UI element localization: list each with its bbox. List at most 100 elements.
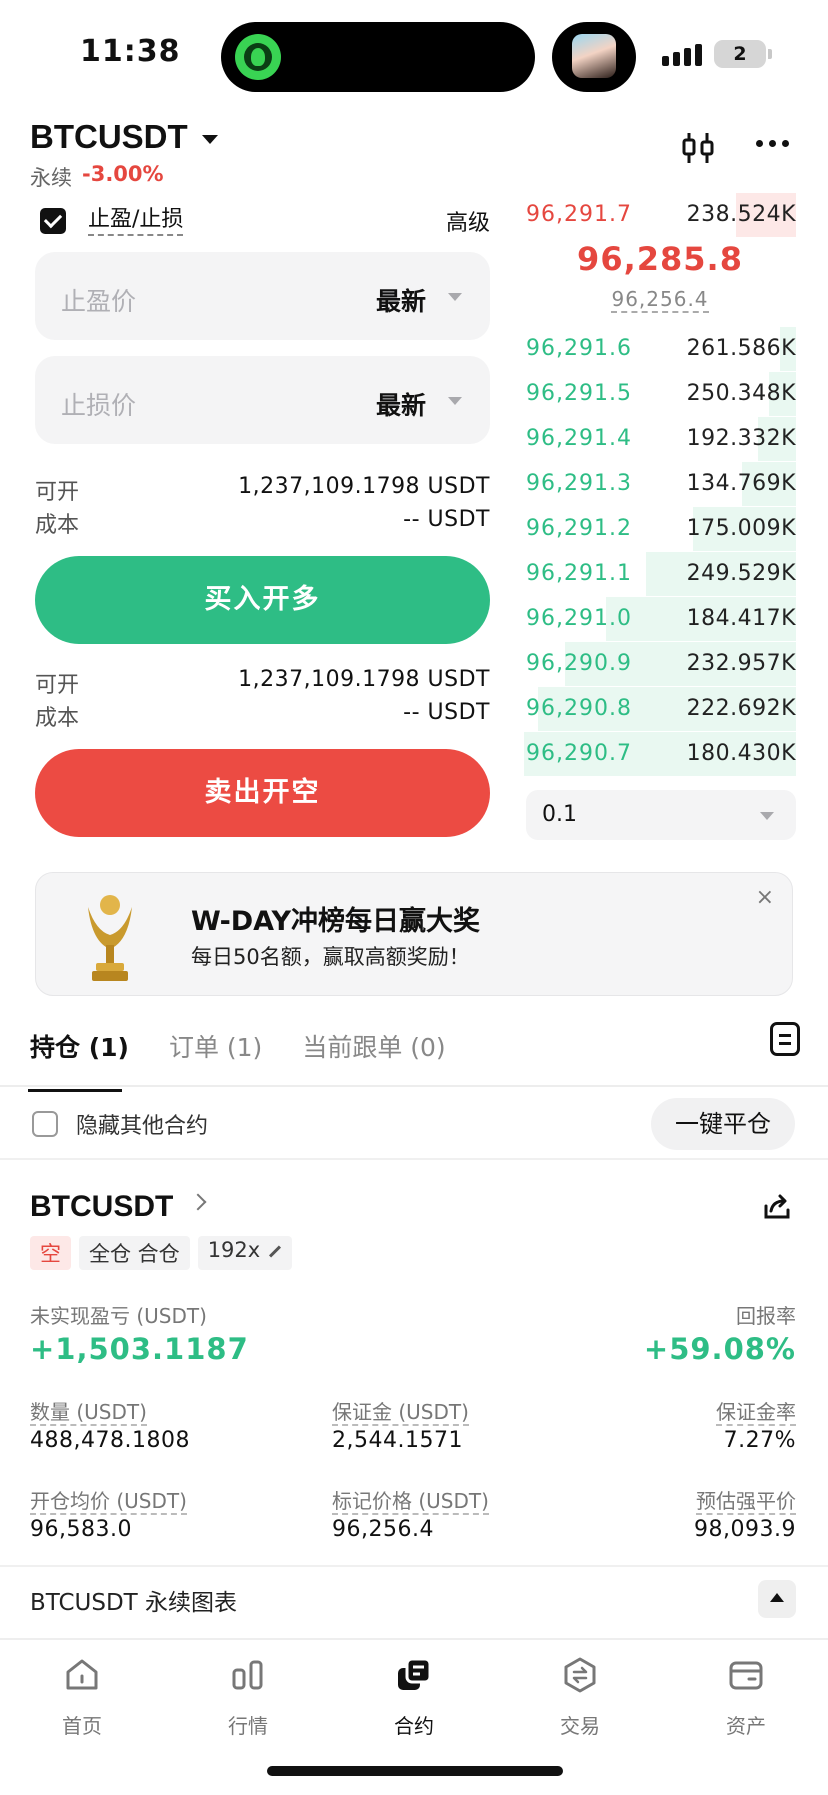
chevron-down-icon xyxy=(760,812,774,820)
price-step-value: 0.1 xyxy=(542,802,577,827)
short-cost-row: 成本 -- USDT xyxy=(35,700,490,732)
tpsl-checkbox[interactable] xyxy=(40,208,66,234)
notes-icon[interactable] xyxy=(770,1022,800,1056)
home-icon xyxy=(66,1659,98,1690)
bid-row[interactable]: 96,291.2 175.009K xyxy=(524,507,796,551)
ask-quantity: 238.524K xyxy=(686,202,796,227)
battery-icon: 2 xyxy=(714,40,766,68)
buy-long-button[interactable]: 买入开多 xyxy=(35,556,490,644)
long-cost-value: -- USDT xyxy=(403,507,490,532)
stop-loss-input[interactable]: 止损价 最新 xyxy=(35,356,490,444)
bid-row[interactable]: 96,291.1 249.529K xyxy=(524,552,796,596)
caret-down-icon xyxy=(201,134,218,144)
sell-short-button[interactable]: 卖出开空 xyxy=(35,749,490,837)
chart-section-label[interactable]: BTCUSDT 永续图表 xyxy=(30,1583,237,1617)
short-available-value: 1,237,109.1798 USDT xyxy=(238,667,490,692)
entry-price-label: 开仓均价 (USDT) xyxy=(30,1489,187,1515)
margin-ratio-value: 7.27% xyxy=(723,1428,796,1453)
nav-trade-label: 交易 xyxy=(560,1714,600,1738)
edit-icon xyxy=(269,1244,282,1258)
ask-price: 96,291.7 xyxy=(526,202,632,227)
long-available-row: 可开 1,237,109.1798 USDT xyxy=(35,474,490,506)
bid-price: 96,291.6 xyxy=(526,336,632,361)
caret-up-icon[interactable] xyxy=(758,1580,796,1618)
mark-price: 96,256.4 xyxy=(524,287,796,313)
bid-row[interactable]: 96,290.8 222.692K xyxy=(524,687,796,731)
hide-other-contracts-checkbox[interactable] xyxy=(32,1111,58,1137)
candlestick-chart-icon[interactable] xyxy=(680,130,716,166)
bid-quantity: 184.417K xyxy=(686,606,796,631)
bid-row[interactable]: 96,291.6 261.586K xyxy=(524,327,796,371)
stop-loss-price-type[interactable]: 最新 xyxy=(376,386,426,422)
price-change: -3.00% xyxy=(82,162,164,186)
position-symbol[interactable]: BTCUSDT xyxy=(30,1190,173,1224)
nav-trade[interactable]: 交易 xyxy=(520,1656,640,1739)
short-available-label: 可开 xyxy=(35,673,80,698)
price-step-select[interactable]: 0.1 xyxy=(526,790,796,840)
side-tag: 空 xyxy=(30,1236,71,1270)
home-indicator xyxy=(267,1766,563,1776)
nav-markets[interactable]: 行情 xyxy=(188,1656,308,1739)
bid-quantity: 249.529K xyxy=(686,561,796,586)
tab-copy-trades[interactable]: 当前跟单 (0) xyxy=(302,1028,445,1092)
mark-price-value: 96,256.4 xyxy=(611,287,709,313)
last-price[interactable]: 96,285.8 xyxy=(524,240,796,278)
symbol-title: BTCUSDT xyxy=(30,118,188,155)
bid-quantity: 134.769K xyxy=(686,471,796,496)
bid-price: 96,290.8 xyxy=(526,696,632,721)
wallet-icon xyxy=(729,1661,763,1690)
quantity-value: 488,478.1808 xyxy=(30,1428,190,1453)
bid-quantity: 222.692K xyxy=(686,696,796,721)
leverage-value: 192x xyxy=(207,1238,261,1262)
symbol-selector[interactable]: BTCUSDT xyxy=(30,118,218,156)
bid-row[interactable]: 96,291.0 184.417K xyxy=(524,597,796,641)
margin-label: 保证金 (USDT) xyxy=(332,1400,469,1426)
bid-quantity: 175.009K xyxy=(686,516,796,541)
hide-other-contracts-row[interactable]: 隐藏其他合约 xyxy=(32,1108,208,1140)
status-time: 11:38 xyxy=(80,34,181,69)
short-cost-value: -- USDT xyxy=(403,700,490,725)
promo-banner[interactable]: W-DAY冲榜每日赢大奖 每日50名额，赢取高额奖励！ × xyxy=(35,872,793,996)
bid-row[interactable]: 96,291.3 134.769K xyxy=(524,462,796,506)
avatar xyxy=(572,34,616,78)
signal-icon xyxy=(662,44,702,66)
nav-futures[interactable]: 合约 xyxy=(354,1656,474,1739)
position-tabs: 持仓 (1) 订单 (1) 当前跟单 (0) xyxy=(28,1028,446,1092)
leverage-tag[interactable]: 192x xyxy=(197,1236,293,1270)
margin-mode-tag: 全仓 合仓 xyxy=(79,1236,190,1270)
tab-positions[interactable]: 持仓 (1) xyxy=(28,1028,129,1092)
bid-price: 96,291.0 xyxy=(526,606,632,631)
banner-title: W-DAY冲榜每日赢大奖 xyxy=(191,906,481,937)
unrealized-pnl-label: 未实现盈亏 (USDT) xyxy=(30,1304,207,1328)
short-available-row: 可开 1,237,109.1798 USDT xyxy=(35,667,490,699)
close-all-button[interactable]: 一键平仓 xyxy=(651,1098,795,1150)
take-profit-input[interactable]: 止盈价 最新 xyxy=(35,252,490,340)
stop-loss-placeholder: 止损价 xyxy=(61,391,137,420)
hide-other-contracts-label: 隐藏其他合约 xyxy=(76,1114,209,1139)
advanced-link[interactable]: 高级 xyxy=(446,205,490,237)
status-bar: 11:38 2 xyxy=(0,0,828,110)
tab-orders[interactable]: 订单 (1) xyxy=(169,1028,262,1092)
bid-row[interactable]: 96,291.5 250.348K xyxy=(524,372,796,416)
ask-row[interactable]: 96,291.7 238.524K xyxy=(524,193,796,237)
chevron-down-icon xyxy=(448,397,462,405)
bid-row[interactable]: 96,290.9 232.957K xyxy=(524,642,796,686)
take-profit-price-type[interactable]: 最新 xyxy=(376,282,426,318)
tpsl-label[interactable]: 止盈/止损 xyxy=(88,206,184,236)
nav-home[interactable]: 首页 xyxy=(22,1656,142,1739)
close-icon[interactable]: × xyxy=(756,885,774,910)
share-icon[interactable] xyxy=(762,1192,792,1222)
live-activity-pill xyxy=(552,22,636,92)
bid-row[interactable]: 96,290.7 180.430K xyxy=(524,732,796,776)
short-cost-label: 成本 xyxy=(35,706,80,731)
mark-price-value: 96,256.4 xyxy=(332,1517,434,1542)
nav-assets[interactable]: 资产 xyxy=(686,1656,806,1739)
bid-row[interactable]: 96,291.4 192.332K xyxy=(524,417,796,461)
divider xyxy=(0,1565,828,1567)
bid-quantity: 250.348K xyxy=(686,381,796,406)
chevron-right-icon xyxy=(189,1193,207,1211)
tpsl-toggle-row: 止盈/止损 高级 xyxy=(40,206,490,236)
more-horizontal-icon[interactable] xyxy=(756,140,789,147)
bid-price: 96,291.3 xyxy=(526,471,632,496)
dynamic-island xyxy=(221,22,535,92)
